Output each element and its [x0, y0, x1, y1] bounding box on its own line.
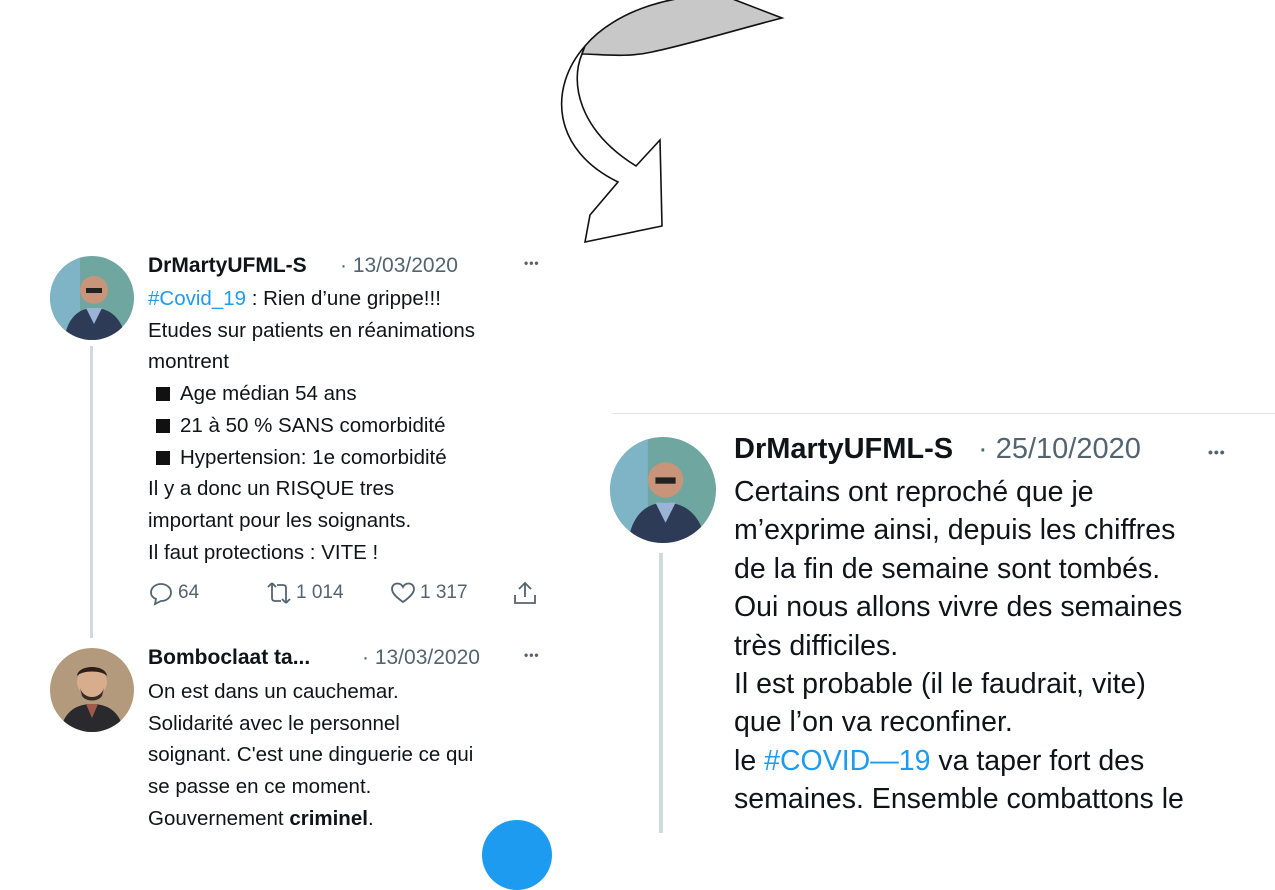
- retweet-button[interactable]: 1 014: [266, 580, 344, 606]
- bullet-square-icon: [156, 418, 170, 433]
- share-button[interactable]: [512, 580, 538, 606]
- author-name[interactable]: Bomboclaat ta...: [148, 646, 310, 670]
- compose-tweet-button[interactable]: [482, 820, 552, 890]
- avatar[interactable]: [50, 256, 134, 340]
- like-icon: [391, 582, 415, 604]
- avatar[interactable]: [610, 437, 716, 543]
- more-options-icon[interactable]: •••: [524, 648, 540, 662]
- hashtag-link[interactable]: #Covid_19: [148, 287, 246, 310]
- tweet-text: #Covid_19 : Rien d’une grippe!!! Etudes …: [148, 287, 476, 564]
- retweet-count: 1 014: [296, 582, 344, 603]
- bullet-square-icon: [156, 387, 170, 402]
- tweet-text: On est dans un cauchemar. Solidarité ave…: [148, 680, 474, 830]
- reply-button[interactable]: 64: [148, 580, 199, 606]
- reply-icon: [150, 583, 172, 606]
- divider: [613, 413, 1275, 414]
- reply-count: 64: [178, 582, 200, 603]
- tweet-date[interactable]: · 13/03/2020: [340, 254, 458, 278]
- hashtag-link[interactable]: #COVID—19: [764, 745, 930, 777]
- tweet-date[interactable]: · 25/10/2020: [978, 433, 1141, 466]
- more-options-icon[interactable]: •••: [524, 256, 540, 270]
- bullet-square-icon: [156, 450, 170, 465]
- share-icon: [514, 581, 536, 604]
- retweet-icon: [267, 582, 291, 604]
- like-button[interactable]: 1 317: [390, 580, 468, 606]
- author-name[interactable]: DrMartyUFML-S: [148, 254, 307, 278]
- avatar[interactable]: [50, 648, 134, 732]
- tweet-text: Certains ont reproché que je m’exprime a…: [734, 476, 1184, 816]
- author-name[interactable]: DrMartyUFML-S: [734, 433, 953, 466]
- thread-line: [659, 553, 663, 833]
- more-options-icon[interactable]: •••: [1208, 444, 1226, 460]
- thread-line: [90, 346, 93, 638]
- left-tweet-thread: DrMartyUFML-S · 13/03/2020 ••• #Covid_19…: [0, 0, 600, 890]
- like-count: 1 317: [420, 582, 468, 603]
- tweet-date[interactable]: · 13/03/2020: [362, 646, 480, 670]
- right-tweet: DrMartyUFML-S · 25/10/2020 ••• Certains …: [600, 0, 1275, 861]
